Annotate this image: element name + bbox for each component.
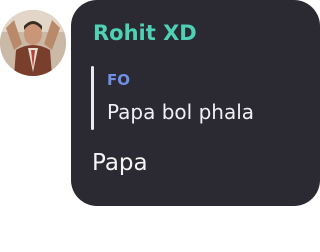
chat-canvas: Rohit XD FO Papa bol phala Papa	[0, 0, 320, 252]
avatar[interactable]	[0, 10, 66, 76]
sender-name[interactable]: Rohit XD	[93, 21, 197, 45]
message-bubble[interactable]: Rohit XD FO Papa bol phala Papa	[71, 0, 320, 206]
reply-bar	[91, 66, 94, 130]
reply-quote[interactable]: FO Papa bol phala	[91, 66, 301, 130]
reply-author: FO	[107, 71, 130, 89]
avatar-photo-icon	[0, 10, 66, 76]
reply-text: Papa bol phala	[107, 100, 255, 124]
message-text: Papa	[92, 150, 148, 176]
